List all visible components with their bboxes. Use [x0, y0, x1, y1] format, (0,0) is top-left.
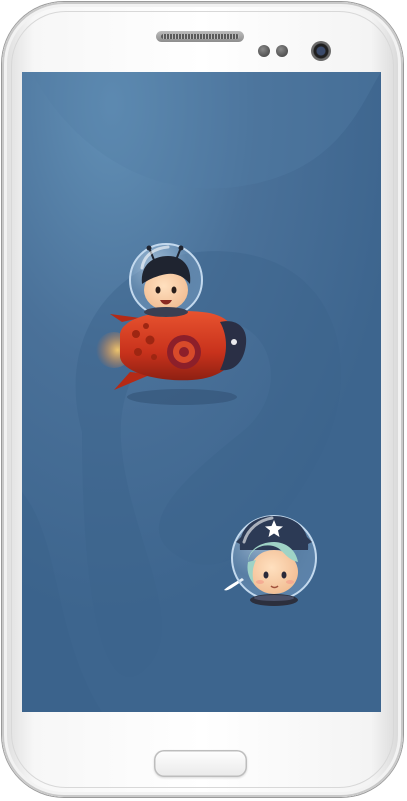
rocket-spot — [143, 323, 149, 329]
astronaut-blush — [286, 580, 294, 584]
helmet-collar-ring — [254, 595, 294, 601]
front-camera-icon — [311, 41, 331, 61]
rocket-spot — [145, 335, 155, 345]
light-sensor-icon — [276, 45, 288, 57]
speaker-grille-icon — [156, 31, 244, 42]
helmet-collar — [144, 307, 188, 317]
rocket-spot — [132, 330, 140, 338]
home-button-icon[interactable] — [154, 750, 247, 777]
rocket-spot — [134, 348, 142, 356]
antenna-tip — [146, 245, 152, 251]
rocket-nose-light — [231, 339, 237, 345]
antenna-tip — [178, 245, 184, 251]
game-screen[interactable] — [22, 72, 381, 712]
target-emblem-center — [179, 347, 189, 357]
rocket-spot — [151, 354, 157, 360]
astronaut-blush — [256, 580, 264, 584]
astronaut-eye — [263, 571, 269, 579]
pilot-eye — [171, 286, 177, 294]
proximity-sensor-icon — [258, 45, 270, 57]
rocket-shadow — [127, 389, 237, 405]
astronaut-eye — [281, 571, 287, 579]
game-scene[interactable] — [22, 72, 381, 712]
pilot-eye — [155, 286, 161, 294]
